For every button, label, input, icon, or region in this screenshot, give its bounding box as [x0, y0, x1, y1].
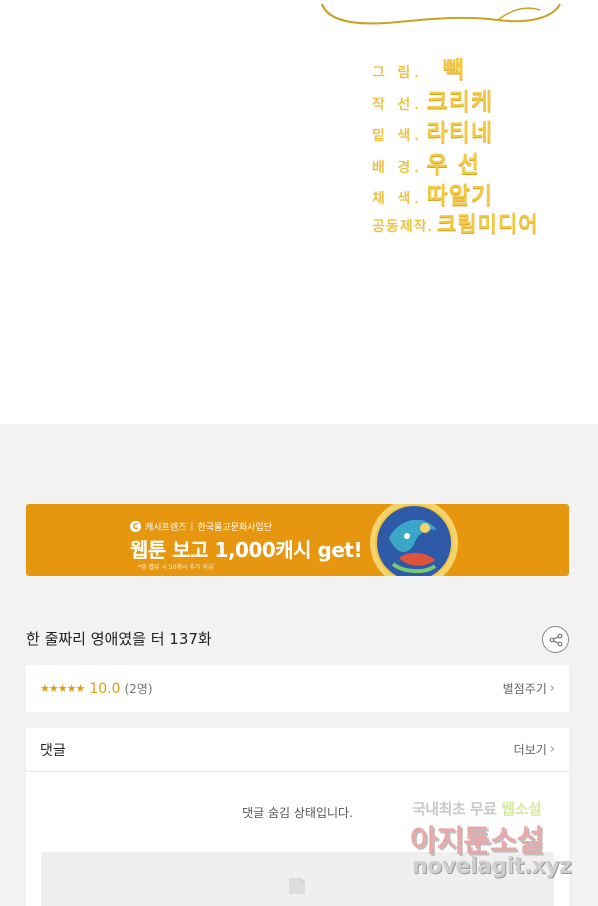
chevron-right-icon: › — [549, 742, 555, 757]
credit-role: 채 색. — [372, 191, 423, 207]
episode-title: 한 줄짜리 영애였을 터 137화 — [26, 630, 212, 648]
watermark-url: novelagit.xyz — [412, 854, 572, 879]
comments-title: 댓글 — [40, 742, 66, 759]
credit-name: 빽 — [442, 57, 465, 83]
credit-row: 밑 색. 라티네 — [372, 113, 582, 146]
dragon-medal-illustration — [370, 504, 458, 576]
credit-name: 라티네 — [426, 120, 494, 146]
share-button[interactable] — [542, 626, 569, 653]
credit-row: 공동제작. 크림미디어 — [372, 208, 582, 240]
credit-row: 채 색. 따알기 — [372, 176, 582, 209]
banner-headline: 웹툰 보고 1,000캐시 get! — [130, 538, 363, 562]
rate-button[interactable]: 별점주기 › — [503, 680, 555, 697]
banner-fine-print: *앱 웹뷰 시 50캐시 추가 지급 — [138, 564, 214, 571]
credit-row: 배 경. 우 선 — [372, 145, 582, 178]
comments-header: 댓글 더보기 › — [26, 728, 569, 772]
comic-panel: 그 림. 빽 작 선. 크리케 밑 색. 라티네 배 경. 우 선 채 색. 따… — [0, 0, 598, 424]
webtoon-viewer-page: 그 림. 빽 작 선. 크리케 밑 색. 라티네 배 경. 우 선 채 색. 따… — [0, 0, 598, 906]
site-watermark: 국내최초 무료 웹소설 아지툰소설 novelagit.xyz — [410, 798, 580, 888]
credit-role: 밑 색. — [372, 128, 423, 144]
comments-more-label: 더보기 — [513, 743, 547, 757]
credits-list: 그 림. 빽 작 선. 크리케 밑 색. 라티네 배 경. 우 선 채 색. 따… — [372, 50, 582, 239]
credit-name: 우 선 — [426, 151, 480, 178]
credit-row: 작 선. 크리케 — [372, 82, 582, 115]
share-icon — [549, 633, 562, 646]
rating-count: (2명) — [124, 682, 153, 696]
credit-name: 따알기 — [426, 183, 494, 209]
image-placeholder-icon — [289, 878, 305, 894]
cash-friends-logo-icon: C — [130, 521, 141, 532]
rate-button-label: 별점주기 — [502, 682, 547, 696]
banner-divider: | — [190, 521, 194, 532]
comments-more-button[interactable]: 더보기 › — [514, 741, 555, 758]
banner-brand-name: 캐시프렌즈 — [145, 523, 187, 533]
rating-stars: ★★★★★ — [40, 682, 85, 695]
credit-name: 크리케 — [426, 88, 494, 115]
credit-role: 작 선. — [372, 96, 423, 113]
banner-brand: C 캐시프렌즈 | 한국물고문화사업단 — [130, 520, 272, 533]
ornament-flourish — [321, 3, 561, 25]
rating-score: 10.0 — [89, 680, 121, 697]
rating-card: ★★★★★ 10.0 (2명) 별점주기 › — [26, 665, 569, 712]
credit-role: 배 경. — [372, 159, 423, 176]
credit-role: 그 림. — [372, 65, 423, 81]
credit-name: 크림미디어 — [436, 211, 539, 236]
banner-partner: 한국물고문화사업단 — [197, 523, 272, 533]
chevron-right-icon: › — [549, 681, 555, 696]
credit-row: 그 림. 빽 — [372, 50, 582, 83]
credit-role: 공동제작. — [372, 218, 433, 235]
cash-promo-banner[interactable]: C 캐시프렌즈 | 한국물고문화사업단 웹툰 보고 1,000캐시 get! *… — [26, 504, 569, 576]
